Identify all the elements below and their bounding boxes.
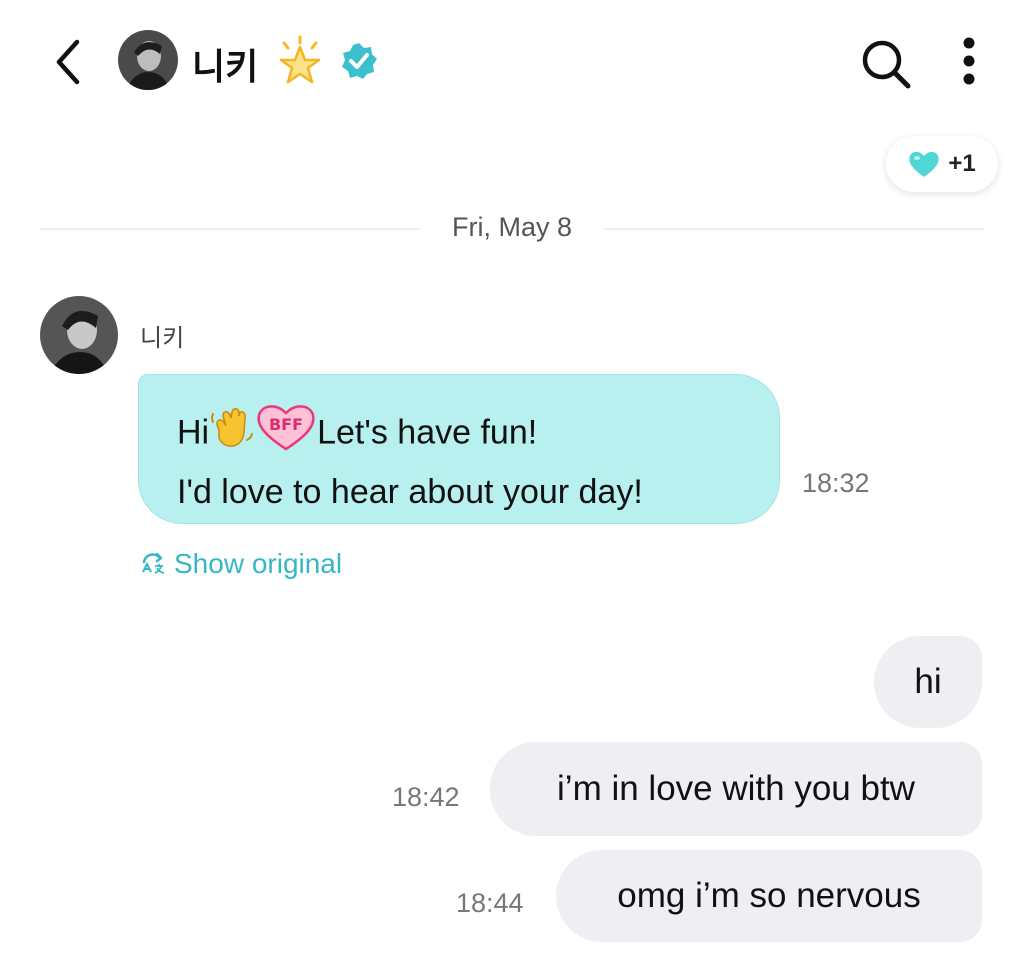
message-time: 18:44 (456, 888, 524, 918)
chevron-left-icon (56, 39, 80, 85)
bff-badge-text: BFF (269, 415, 303, 434)
sender-name: 니키 (140, 324, 185, 352)
incoming-message-bubble[interactable]: Hi BFF Let's have fun! I'd love to hear … (138, 374, 780, 524)
message-time: 18:42 (392, 782, 460, 812)
date-divider: Fri, May 8 (451, 212, 572, 242)
message-time: 18:32 (802, 468, 870, 498)
bff-heart-icon: BFF (255, 403, 317, 466)
outgoing-message-bubble[interactable]: i’m in love with you btw (490, 742, 982, 836)
message-text: Hi (177, 413, 210, 452)
divider-right (604, 228, 984, 230)
wave-hand-icon (209, 404, 255, 465)
verified-icon (340, 42, 378, 80)
heart-icon (909, 151, 939, 177)
more-options-button[interactable] (950, 34, 988, 94)
star-icon (276, 35, 324, 87)
show-original-label: Show original (174, 548, 343, 579)
divider-left (40, 228, 420, 230)
header-avatar[interactable] (118, 30, 178, 90)
message-text: omg i’m so nervous (617, 876, 921, 915)
message-text: hi (914, 662, 942, 701)
sender-avatar[interactable] (40, 296, 118, 374)
search-icon (862, 40, 911, 89)
outgoing-message-bubble[interactable]: omg i’m so nervous (556, 850, 982, 942)
message-line-2: I'd love to hear about your day! (177, 473, 643, 511)
message-text-2: Let's have fun! (317, 413, 538, 452)
back-button[interactable] (44, 34, 92, 90)
reaction-count: +1 (948, 150, 976, 177)
outgoing-message-bubble[interactable]: hi (874, 636, 982, 728)
chat-title: 니키 (192, 47, 259, 88)
more-vertical-icon (963, 37, 975, 85)
translate-icon (142, 552, 165, 574)
search-button[interactable] (858, 36, 914, 92)
message-text: i’m in love with you btw (557, 769, 915, 808)
show-original-link[interactable]: Show original (140, 548, 342, 580)
message-line-1: Hi BFF Let's have fun! (177, 403, 759, 466)
reaction-pill[interactable]: +1 (886, 136, 998, 192)
